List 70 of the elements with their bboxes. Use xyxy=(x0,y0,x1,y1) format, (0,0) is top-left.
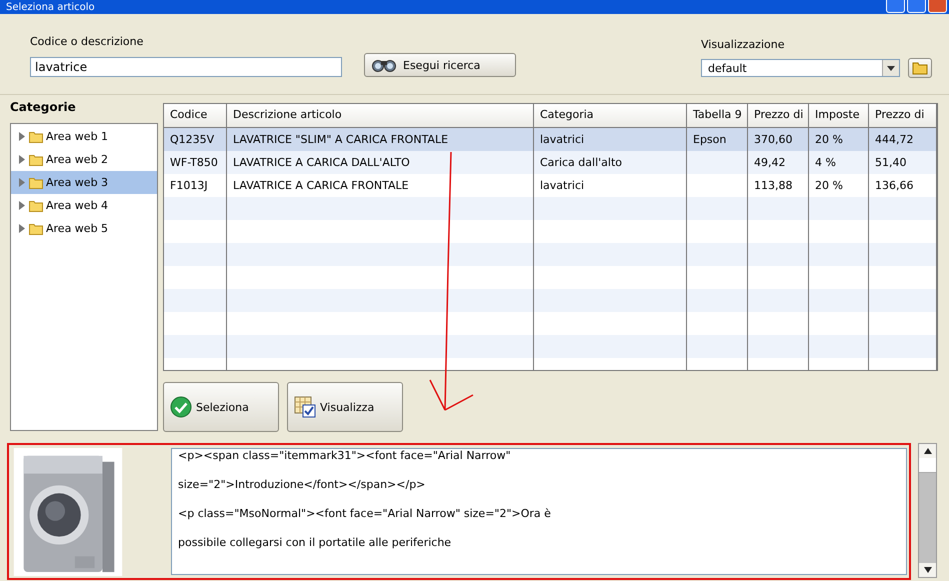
folder-icon xyxy=(29,154,43,166)
action-button[interactable]: Seleziona xyxy=(163,382,279,432)
column-header[interactable]: Tabella 9 xyxy=(687,104,748,127)
table-cell: LAVATRICE A CARICA DALL'ALTO xyxy=(233,156,410,169)
tree-item[interactable]: Area web 3 xyxy=(11,171,157,194)
html-code-line: <p><span class="itemmark31"><font face="Arial Narrow" xyxy=(178,451,512,461)
table-cell: 20 % xyxy=(815,179,843,192)
table-cell: 444,72 xyxy=(875,133,914,146)
table-cell: 49,42 xyxy=(754,156,786,169)
caret-icon xyxy=(887,66,895,70)
tree-item[interactable]: Area web 1 xyxy=(11,125,157,148)
maximize-button[interactable] xyxy=(907,0,926,13)
html-code-line: <p class="MsoNormal"><font face="Arial Narrow" size="2">Ora è xyxy=(178,509,552,519)
tree-item[interactable]: Area web 4 xyxy=(11,194,157,217)
search-button[interactable]: Esegui ricerca xyxy=(364,53,516,77)
html-code-line: size="2">Introduzione</font></span></p> xyxy=(178,480,426,490)
minimize-button[interactable] xyxy=(886,0,905,13)
scrollbar[interactable] xyxy=(918,443,937,578)
table-cell: 136,66 xyxy=(875,179,914,192)
expand-arrow-icon xyxy=(18,155,26,164)
table-cell: Epson xyxy=(693,133,726,146)
table-cell: F1013J xyxy=(170,179,208,192)
scroll-up-icon[interactable] xyxy=(924,448,932,454)
column-header[interactable]: Descrizione articolo xyxy=(227,104,534,127)
folder-icon xyxy=(29,130,43,142)
column-header[interactable]: Prezzo di xyxy=(869,104,937,127)
view-label: Visualizzazione xyxy=(701,38,786,51)
tree-item[interactable]: Area web 2 xyxy=(11,148,157,171)
view-dropdown[interactable]: default xyxy=(701,59,900,77)
table-cell: 113,88 xyxy=(754,179,792,192)
action-button[interactable]: Visualizza xyxy=(287,382,403,432)
folder-icon xyxy=(29,200,43,212)
expand-arrow-icon xyxy=(18,201,26,210)
tree-item[interactable]: Area web 5 xyxy=(11,217,157,240)
table-cell: 51,40 xyxy=(875,156,906,169)
column-header[interactable]: Codice xyxy=(164,104,227,127)
table-cell: 20 % xyxy=(815,133,843,146)
scroll-down-icon[interactable] xyxy=(924,567,932,573)
table-row[interactable]: WF-T850 LAVATRICE A CARICA DALL'ALTO Carica dall'alto 49,42 4 % 51,40 xyxy=(164,151,937,174)
search-label: Codice o descrizione xyxy=(30,35,144,48)
expand-arrow-icon xyxy=(18,178,26,187)
table-cell: WF-T850 xyxy=(170,156,218,169)
table-cell: 4 % xyxy=(815,156,836,169)
description-text-area[interactable] xyxy=(171,448,908,575)
expand-arrow-icon xyxy=(18,224,26,233)
table-cell: Q1235V xyxy=(170,133,214,146)
folder-icon xyxy=(29,222,43,234)
table-cell: LAVATRICE A CARICA FRONTALE xyxy=(233,179,409,192)
table-cell: lavatrici xyxy=(540,133,584,146)
folder-icon xyxy=(912,61,928,75)
table-cell: Carica dall'alto xyxy=(540,156,622,169)
table-cell: 370,60 xyxy=(754,133,792,146)
checkmark-icon xyxy=(170,396,192,418)
column-header[interactable]: Imposte xyxy=(809,104,869,127)
column-header[interactable]: Categoria xyxy=(534,104,687,127)
binoculars-icon xyxy=(371,58,397,72)
categories-title: Categorie xyxy=(10,99,77,116)
expand-arrow-icon xyxy=(18,132,26,141)
folder-icon xyxy=(29,176,43,188)
window-title: Seleziona articolo xyxy=(5,1,95,14)
folder-button[interactable] xyxy=(908,58,932,78)
table-row[interactable]: Q1235V LAVATRICE "SLIM" A CARICA FRONTALE lavatrici Epson 370,60 20 % 444,72 xyxy=(164,128,937,151)
close-button[interactable] xyxy=(928,0,947,13)
html-code-line: possibile collegarsi con il portatile alle periferiche xyxy=(178,538,452,548)
scroll-thumb[interactable] xyxy=(919,458,936,473)
column-header[interactable]: Prezzo di xyxy=(748,104,809,127)
table-cell: lavatrici xyxy=(540,179,584,192)
search-field[interactable]: lavatrice xyxy=(30,57,342,77)
table-cell: LAVATRICE "SLIM" A CARICA FRONTALE xyxy=(233,133,448,146)
table-check-icon xyxy=(294,396,316,418)
